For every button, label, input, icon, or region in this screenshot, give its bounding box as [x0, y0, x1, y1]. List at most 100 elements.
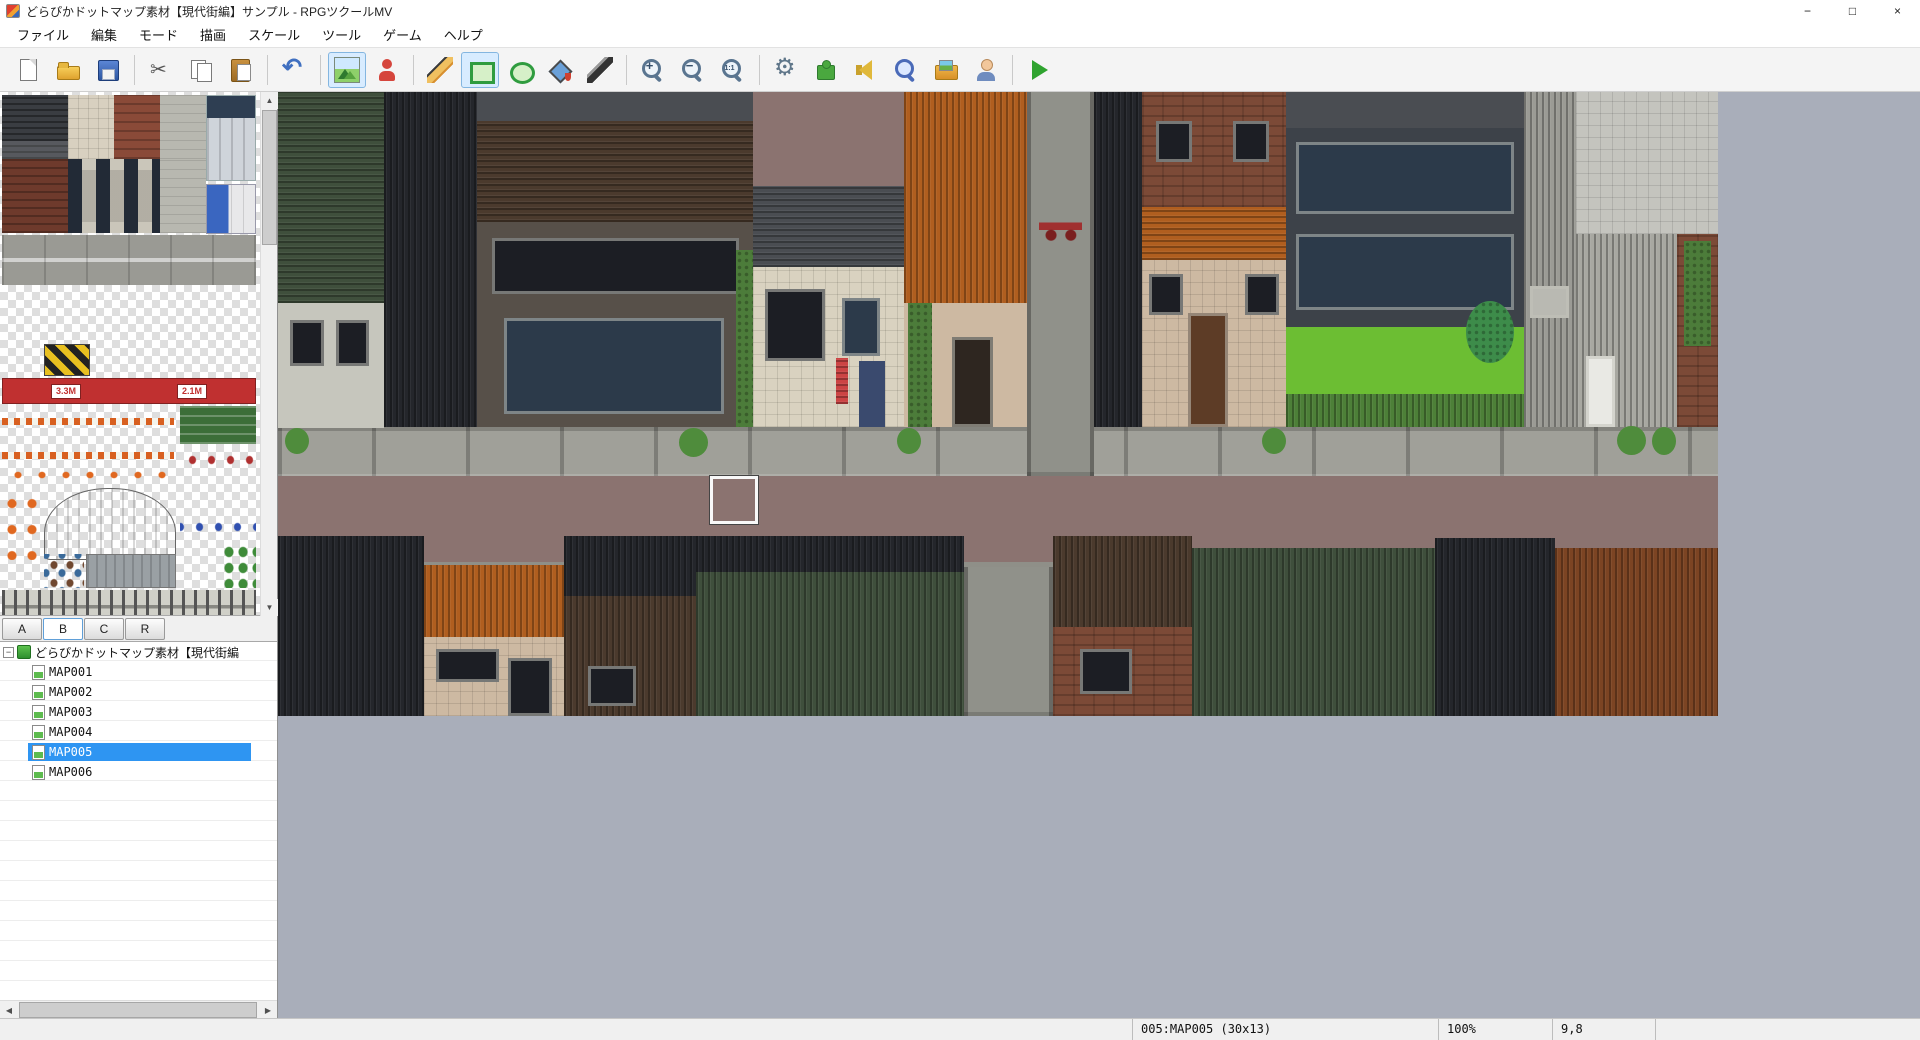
palette-tab-a[interactable]: A: [2, 618, 42, 640]
map-tree-root[interactable]: −どらぴかドットマップ素材【現代街編: [0, 642, 277, 662]
map-tree-item-map003[interactable]: MAP003: [0, 702, 277, 722]
map-block-windowGlass: [1296, 142, 1514, 214]
resource-manager-button[interactable]: [927, 52, 965, 88]
map-selection-cursor: [710, 476, 758, 524]
cut-button[interactable]: [142, 52, 180, 88]
toolbar-separator: [320, 55, 321, 85]
palette-tab-bar: ABCR: [0, 616, 277, 642]
map-block-doorDark: [952, 337, 993, 427]
sound-test-button[interactable]: [847, 52, 885, 88]
new-project-icon: [15, 57, 41, 83]
map-mode-button[interactable]: [328, 52, 366, 88]
map-block-path: [964, 567, 1053, 716]
event-mode-icon: [374, 57, 400, 83]
palette-tab-b[interactable]: B: [43, 618, 83, 640]
scroll-up-button[interactable]: ▲: [261, 92, 278, 109]
map-tree-item-map002[interactable]: MAP002: [0, 682, 277, 702]
map-tree-item-map001[interactable]: MAP001: [0, 662, 277, 682]
map-block-windowDark: [1080, 649, 1133, 695]
sign-label: 3.3M: [51, 384, 81, 399]
map-block-sidingGray: [1524, 92, 1577, 427]
map-tree-item-label: MAP001: [49, 665, 92, 679]
status-rest: [1656, 1019, 1920, 1040]
toolbar-separator: [759, 55, 760, 85]
map-block-vine: [1684, 241, 1710, 347]
tree-horizontal-scrollbar[interactable]: ◀ ▶: [0, 1000, 277, 1018]
menu-item-game[interactable]: ゲーム: [372, 21, 433, 48]
map-block-roofBlack: [1094, 92, 1142, 427]
ellipse-tool-button[interactable]: [501, 52, 539, 88]
horizontal-scroll-thumb[interactable]: [19, 1002, 257, 1018]
ellipse-tool-icon: [507, 57, 533, 83]
rectangle-tool-button[interactable]: [461, 52, 499, 88]
map-canvas[interactable]: [278, 92, 1718, 716]
map-block-roofGrayDark: [753, 186, 904, 268]
open-project-button[interactable]: [49, 52, 87, 88]
save-project-icon: [95, 57, 121, 83]
menu-item-file[interactable]: ファイル: [6, 21, 80, 48]
menu-item-help[interactable]: ヘルプ: [433, 21, 494, 48]
toolbar-separator: [267, 55, 268, 85]
map-tree-item-label: MAP002: [49, 685, 92, 699]
palette-tile-block: [44, 554, 84, 588]
event-mode-button[interactable]: [368, 52, 406, 88]
save-project-button[interactable]: [89, 52, 127, 88]
palette-tile-block: [180, 406, 256, 444]
palette-tile-block: [68, 159, 160, 233]
scroll-right-button[interactable]: ▶: [259, 1001, 277, 1019]
tree-expander-icon[interactable]: −: [3, 647, 14, 658]
map-block-hedge: [1286, 394, 1524, 427]
menu-item-edit[interactable]: 編集: [80, 21, 128, 48]
copy-button[interactable]: [182, 52, 220, 88]
scroll-down-button[interactable]: ▼: [261, 599, 278, 616]
zoom-out-symbol: −: [683, 59, 696, 73]
map-tree[interactable]: −どらぴかドットマップ素材【現代街編 MAP001 MAP002 MAP003 MAP0…: [0, 642, 277, 1000]
zoom-in-button[interactable]: +: [634, 52, 672, 88]
map-block-roofGreen: [696, 572, 965, 716]
menu-item-draw[interactable]: 描画: [189, 21, 237, 48]
toolbar-separator: [413, 55, 414, 85]
map-tree-item-label: MAP004: [49, 725, 92, 739]
palette-tab-c[interactable]: C: [84, 618, 124, 640]
close-button[interactable]: ×: [1875, 0, 1920, 22]
menu-item-mode[interactable]: モード: [128, 21, 189, 48]
character-generator-button[interactable]: [967, 52, 1005, 88]
zoom-out-button[interactable]: −: [674, 52, 712, 88]
map-file-icon: [32, 705, 45, 720]
menu-item-scale[interactable]: スケール: [237, 21, 311, 48]
zoom-actual-button[interactable]: 1:1: [714, 52, 752, 88]
minimize-button[interactable]: −: [1785, 0, 1830, 22]
menu-bar: ファイル編集モード描画スケールツールゲームヘルプ: [0, 22, 1920, 48]
database-icon: [773, 57, 799, 83]
map-tree-item-map004[interactable]: MAP004: [0, 722, 277, 742]
map-tree-item-map006[interactable]: MAP006: [0, 762, 277, 782]
undo-button[interactable]: [275, 52, 313, 88]
maximize-button[interactable]: □: [1830, 0, 1875, 22]
map-block-windowDark: [1233, 121, 1269, 162]
resource-manager-icon: [933, 57, 959, 83]
map-file-icon: [32, 725, 45, 740]
playtest-button[interactable]: [1020, 52, 1058, 88]
vertical-scroll-thumb[interactable]: [262, 110, 277, 245]
shadow-pen-tool-button[interactable]: [581, 52, 619, 88]
playtest-icon: [1026, 57, 1052, 83]
scroll-left-button[interactable]: ◀: [0, 1001, 18, 1019]
pencil-tool-icon: [427, 57, 453, 83]
map-tree-item-map005[interactable]: MAP005: [0, 742, 277, 762]
event-searcher-button[interactable]: [887, 52, 925, 88]
new-project-button[interactable]: [9, 52, 47, 88]
pencil-tool-button[interactable]: [421, 52, 459, 88]
palette-tab-r[interactable]: R: [125, 618, 165, 640]
window-controls: −□×: [1785, 0, 1920, 22]
zoom-actual-symbol: 1:1: [723, 62, 736, 76]
tileset-vertical-scrollbar[interactable]: ▲ ▼: [260, 92, 277, 616]
flood-fill-tool-button[interactable]: [541, 52, 579, 88]
tileset-palette[interactable]: 3.3M2.1M: [0, 92, 277, 616]
map-block-doorBrown: [1188, 313, 1229, 427]
plugin-manager-button[interactable]: [807, 52, 845, 88]
paste-button[interactable]: [222, 52, 260, 88]
menu-item-tools[interactable]: ツール: [311, 21, 372, 48]
map-block-windowDark: [508, 658, 551, 716]
database-button[interactable]: [767, 52, 805, 88]
map-tree-item-inner: MAP002: [28, 683, 251, 701]
